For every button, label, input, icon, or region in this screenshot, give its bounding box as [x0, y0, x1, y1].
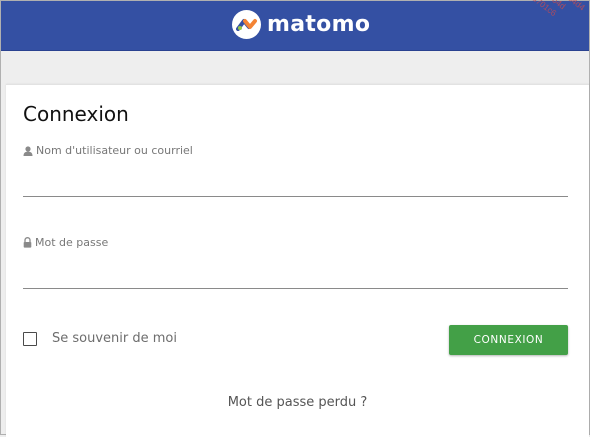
lock-icon [23, 237, 32, 248]
remember-label[interactable]: Se souvenir de moi [52, 331, 177, 346]
username-label: Nom d'utilisateur ou courriel [23, 144, 193, 157]
remember-me[interactable]: Se souvenir de moi [23, 331, 177, 346]
top-header: matomo b2b4a0a7-b49c-4b22-b4d4 3dd3c73e2… [1, 0, 589, 51]
password-input[interactable] [23, 262, 568, 289]
remember-checkbox[interactable] [23, 331, 37, 346]
password-label-text: Mot de passe [35, 236, 109, 249]
page-title: Connexion [23, 102, 129, 126]
username-input[interactable] [23, 170, 568, 197]
password-label: Mot de passe [23, 236, 108, 249]
lost-password-link[interactable]: Mot de passe perdu ? [6, 395, 589, 410]
user-icon [23, 145, 33, 156]
username-label-text: Nom d'utilisateur ou courriel [36, 144, 193, 157]
login-button[interactable]: CONNEXION [449, 325, 568, 355]
watermark: b2b4a0a7-b49c-4b22-b4d4 3dd3c73e20c94c1-… [457, 0, 587, 66]
matomo-logo: matomo [232, 9, 370, 39]
matomo-logo-icon [232, 9, 261, 39]
logo-text: matomo [267, 11, 371, 37]
login-card: Connexion Nom d'utilisateur ou courriel … [6, 84, 589, 437]
